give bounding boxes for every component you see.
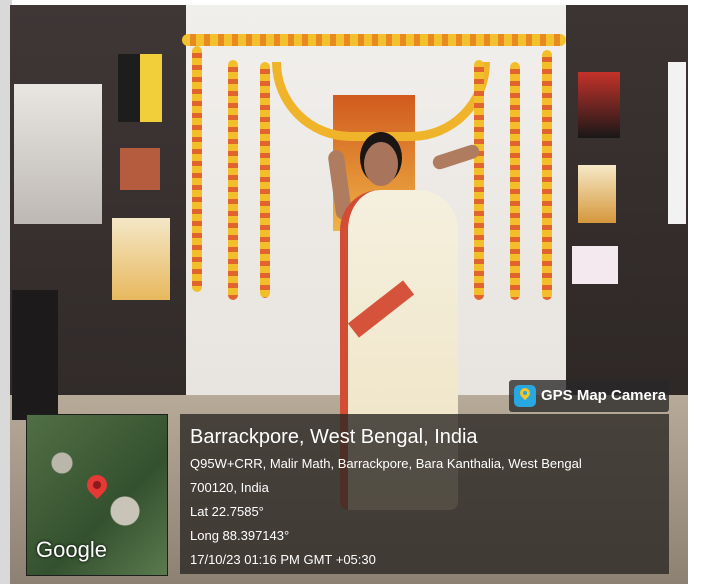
marigold-strand [542, 50, 552, 300]
marigold-garland-top [182, 34, 566, 46]
map-camera-icon [514, 385, 536, 407]
artwork-right-3 [572, 246, 618, 284]
event-photo: GPS Map Camera Google Barrackpore, West … [0, 0, 713, 584]
location-info-panel: Barrackpore, West Bengal, India Q95W+CRR… [180, 414, 669, 574]
address-line-2: 700120, India [190, 480, 269, 495]
marigold-strand [260, 62, 270, 298]
artwork-right-edge [668, 62, 686, 224]
artwork-goddess-sketch [14, 84, 102, 224]
photo-right-edge [688, 0, 713, 584]
artwork-small-painting [120, 148, 160, 190]
marigold-strand [474, 60, 484, 300]
gps-map-camera-badge: GPS Map Camera [509, 380, 669, 412]
artwork-right-1 [578, 72, 620, 138]
artwork-half-face [118, 54, 162, 122]
map-pin-dot [93, 481, 101, 489]
dancer-head [364, 142, 398, 186]
marigold-strand [192, 46, 202, 292]
longitude-text: Long 88.397143° [190, 528, 290, 543]
location-title: Barrackpore, West Bengal, India [190, 426, 478, 448]
timestamp-text: 17/10/23 01:16 PM GMT +05:30 [190, 552, 376, 567]
map-thumbnail: Google [26, 414, 168, 576]
gps-badge-label: GPS Map Camera [541, 387, 667, 404]
speaker-box [12, 290, 58, 420]
artwork-right-2 [578, 165, 616, 223]
address-line-1: Q95W+CRR, Malir Math, Barrackpore, Bara … [190, 456, 582, 471]
artwork-goddess-face [112, 218, 170, 300]
latitude-text: Lat 22.7585° [190, 504, 264, 519]
marigold-strand [510, 62, 520, 300]
google-logo-text: Google [36, 537, 107, 562]
marigold-strand [228, 60, 238, 300]
